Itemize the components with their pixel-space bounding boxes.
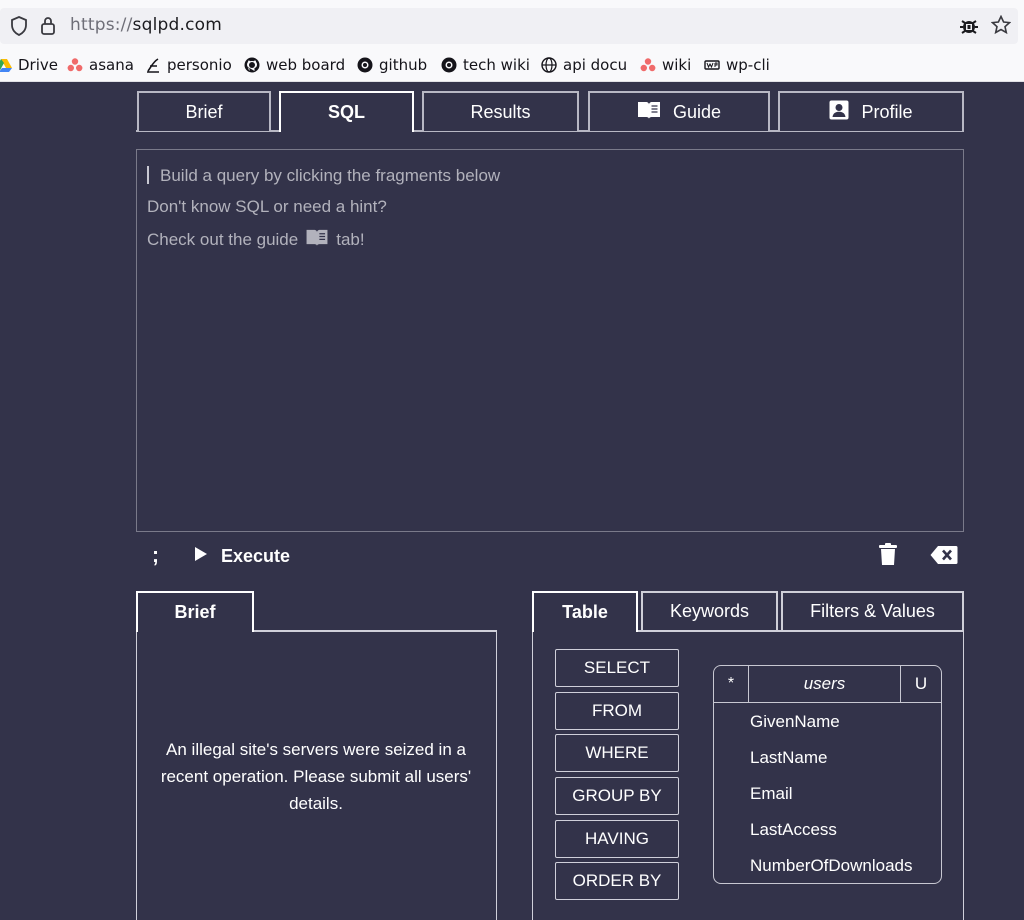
book-icon: [305, 228, 329, 252]
keyword-from-button[interactable]: FROM: [555, 692, 679, 730]
tab-results[interactable]: Results: [422, 91, 579, 131]
google-drive-icon: [0, 57, 12, 73]
fragment-tab-keywords[interactable]: Keywords: [641, 591, 778, 630]
keyword-where-button[interactable]: WHERE: [555, 734, 679, 772]
brief-text: An illegal site's servers were seized in…: [160, 740, 472, 813]
bookmark-drive[interactable]: Drive: [0, 56, 58, 74]
github-icon: [244, 57, 260, 73]
star-icon[interactable]: [990, 14, 1012, 40]
profile-icon: [829, 100, 849, 125]
keyword-having-button[interactable]: HAVING: [555, 820, 679, 858]
column-item[interactable]: LastName: [750, 748, 827, 768]
fragment-tab-table[interactable]: Table: [532, 591, 638, 632]
column-item[interactable]: GivenName: [750, 712, 840, 732]
asana-icon: [67, 57, 83, 73]
personio-icon: [145, 57, 161, 73]
url-text[interactable]: https://sqlpd.com: [70, 15, 222, 35]
tab-profile[interactable]: Profile: [778, 91, 964, 131]
browser-toolbar: https://sqlpd.com: [0, 0, 1024, 50]
github-icon: [441, 57, 457, 73]
tab-sql[interactable]: SQL: [279, 91, 414, 132]
github-icon: [357, 57, 373, 73]
table-name-button[interactable]: users: [749, 666, 900, 702]
bookmark-github[interactable]: github: [357, 56, 427, 74]
bug-icon[interactable]: [958, 15, 980, 42]
keyword-order-by-button[interactable]: ORDER BY: [555, 862, 679, 900]
play-icon: [194, 546, 208, 567]
trash-icon[interactable]: [879, 543, 897, 571]
bookmarks-bar: Drive asana personio web board github te…: [0, 50, 1024, 82]
brief-panel-topline: [252, 630, 497, 632]
column-item[interactable]: NumberOfDownloads: [750, 856, 913, 876]
tab-sql-gap: [281, 129, 412, 133]
asana-icon: [640, 57, 656, 73]
text-cursor: [147, 166, 149, 184]
lock-icon[interactable]: [40, 16, 56, 41]
keyword-group-by-button[interactable]: GROUP BY: [555, 777, 679, 815]
editor-hint-line2: Don't know SQL or need a hint?: [147, 197, 387, 216]
tab-guide[interactable]: Guide: [588, 91, 770, 131]
editor-hint-line3: Check out the guide tab!: [147, 228, 365, 252]
book-icon: [637, 100, 661, 125]
bookmark-api-docu[interactable]: api docu: [541, 56, 627, 74]
select-all-columns-button[interactable]: *: [714, 666, 749, 702]
bookmark-web-board[interactable]: web board: [244, 56, 345, 74]
globe-icon: [541, 57, 557, 73]
bookmark-wp-cli[interactable]: wp-cli: [704, 56, 770, 74]
table-u-button[interactable]: U: [900, 666, 941, 702]
backspace-icon[interactable]: [930, 545, 958, 570]
bookmark-wiki[interactable]: wiki: [640, 56, 691, 74]
table-card-header: * users U: [714, 666, 941, 703]
keyword-select-button[interactable]: SELECT: [555, 649, 679, 687]
semicolon-button[interactable]: ;: [152, 544, 159, 568]
bookmark-asana[interactable]: asana: [67, 56, 134, 74]
fragments-panel-topline: [636, 630, 964, 632]
tab-brief[interactable]: Brief: [137, 91, 271, 131]
wp-icon: [704, 57, 720, 73]
shield-icon[interactable]: [10, 16, 28, 41]
column-item[interactable]: Email: [750, 784, 793, 804]
brief-panel-tab[interactable]: Brief: [136, 591, 254, 632]
table-card-users: * users U GivenName LastName Email LastA…: [713, 665, 942, 884]
editor-hint-line1: Build a query by clicking the fragments …: [160, 166, 501, 185]
bookmark-personio[interactable]: personio: [145, 56, 232, 74]
column-item[interactable]: LastAccess: [750, 820, 837, 840]
fragment-tab-filters-values[interactable]: Filters & Values: [781, 591, 964, 630]
bookmark-tech-wiki[interactable]: tech wiki: [441, 56, 530, 74]
execute-button[interactable]: Execute: [194, 546, 290, 567]
